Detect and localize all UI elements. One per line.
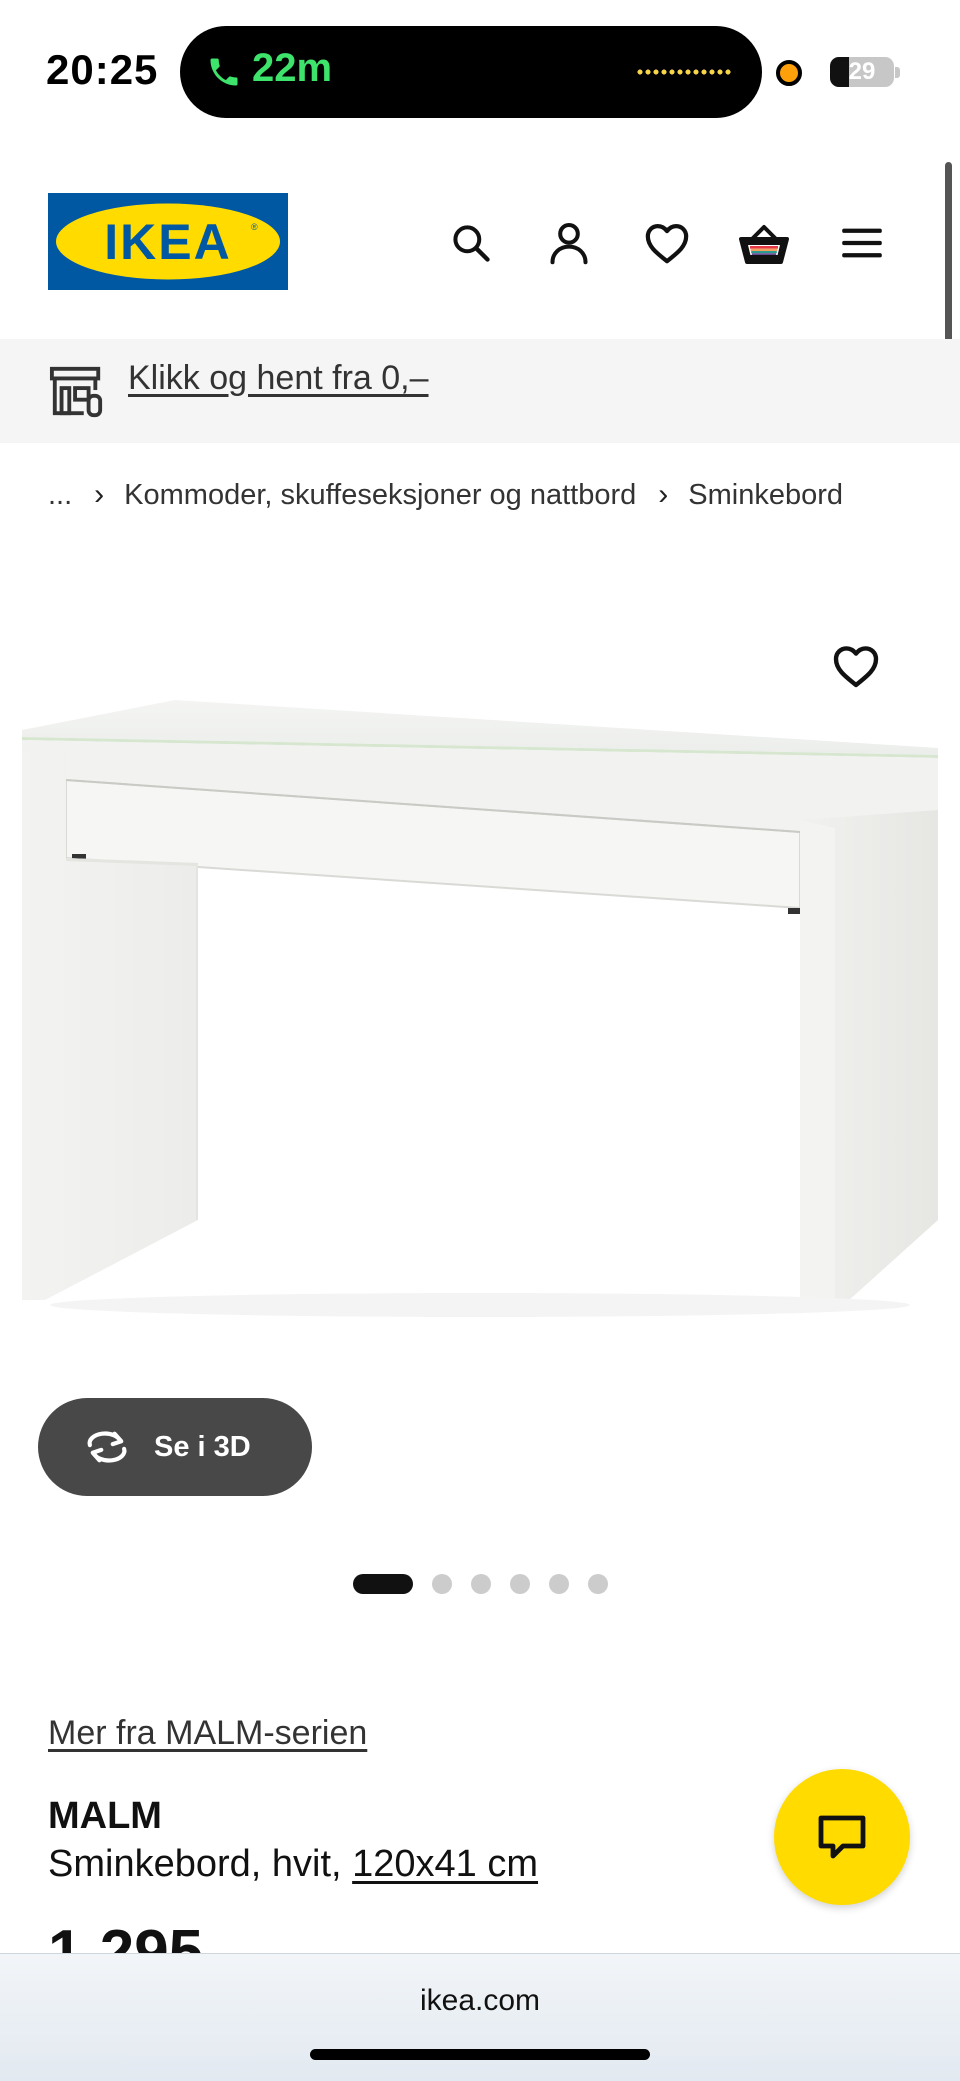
dynamic-island-call[interactable]: 22m — [180, 26, 762, 118]
chat-button[interactable] — [774, 1769, 910, 1905]
product-description: Sminkebord, hvit, 120x41 cm — [48, 1843, 538, 1886]
rotate-3d-icon — [87, 1431, 127, 1463]
breadcrumb-item-dressers[interactable]: Kommoder, skuffeseksjoner og nattbord — [124, 479, 636, 512]
product-image[interactable] — [0, 640, 960, 1440]
chevron-right-icon: › — [658, 478, 669, 511]
svg-text:®: ® — [251, 222, 258, 232]
product-name: MALM — [48, 1795, 162, 1837]
phone-icon — [210, 58, 238, 86]
ikea-logo-icon: IKEA ® — [56, 203, 280, 280]
view-in-3d-button[interactable]: Se i 3D — [38, 1398, 312, 1496]
shopping-bag-icon[interactable] — [736, 215, 792, 271]
add-to-favorites-icon[interactable] — [832, 644, 892, 700]
carousel-dot[interactable] — [549, 1574, 569, 1594]
page-scrollbar[interactable] — [945, 162, 952, 342]
favorites-icon[interactable] — [639, 215, 695, 271]
store-icon — [49, 366, 103, 418]
product-description-text: Sminkebord, hvit, — [48, 1843, 342, 1885]
home-indicator[interactable] — [310, 2049, 650, 2060]
browser-url: ikea.com — [419, 1984, 541, 2017]
carousel-dot[interactable] — [432, 1574, 452, 1594]
carousel-dot[interactable] — [471, 1574, 491, 1594]
battery-level: 29 — [848, 58, 876, 85]
click-and-collect-link[interactable]: Klikk og hent fra 0,– — [128, 359, 429, 398]
breadcrumb-ellipsis[interactable]: ... — [48, 479, 72, 512]
status-clock: 20:25 — [46, 46, 159, 93]
site-header: IKEA ® — [0, 175, 960, 325]
privacy-indicator-icon — [776, 60, 802, 86]
view-in-3d-label: Se i 3D — [154, 1430, 251, 1463]
chat-bubble-icon — [818, 1815, 866, 1859]
search-icon[interactable] — [443, 215, 499, 271]
carousel-dot[interactable] — [510, 1574, 530, 1594]
breadcrumb-item-dressing-tables[interactable]: Sminkebord — [688, 479, 843, 512]
carousel-dot[interactable] — [353, 1574, 413, 1594]
product-size-link[interactable]: 120x41 cm — [352, 1843, 538, 1885]
battery-cap — [895, 67, 900, 78]
account-icon[interactable] — [541, 215, 597, 271]
ikea-logo[interactable]: IKEA ® — [48, 193, 288, 290]
battery-icon: 29 — [830, 57, 894, 87]
browser-address-bar[interactable]: ikea.com — [0, 1953, 960, 2081]
breadcrumb: ... › Kommoder, skuffeseksjoner og nattb… — [48, 473, 843, 517]
status-bar: 20:25 22m 29 — [0, 0, 960, 140]
product-price: 1 295 — [48, 1922, 203, 1954]
carousel-dot[interactable] — [588, 1574, 608, 1594]
audio-waveform-icon — [636, 69, 732, 75]
ikea-logo-text: IKEA — [104, 214, 231, 270]
pickup-banner: Klikk og hent fra 0,– — [0, 339, 960, 443]
call-duration: 22m — [252, 46, 333, 90]
chevron-right-icon: › — [94, 478, 105, 511]
series-link[interactable]: Mer fra MALM-serien — [48, 1714, 367, 1753]
dressing-table-illustration — [22, 700, 938, 1317]
menu-icon[interactable] — [834, 215, 890, 271]
image-carousel-dots — [353, 1574, 608, 1594]
